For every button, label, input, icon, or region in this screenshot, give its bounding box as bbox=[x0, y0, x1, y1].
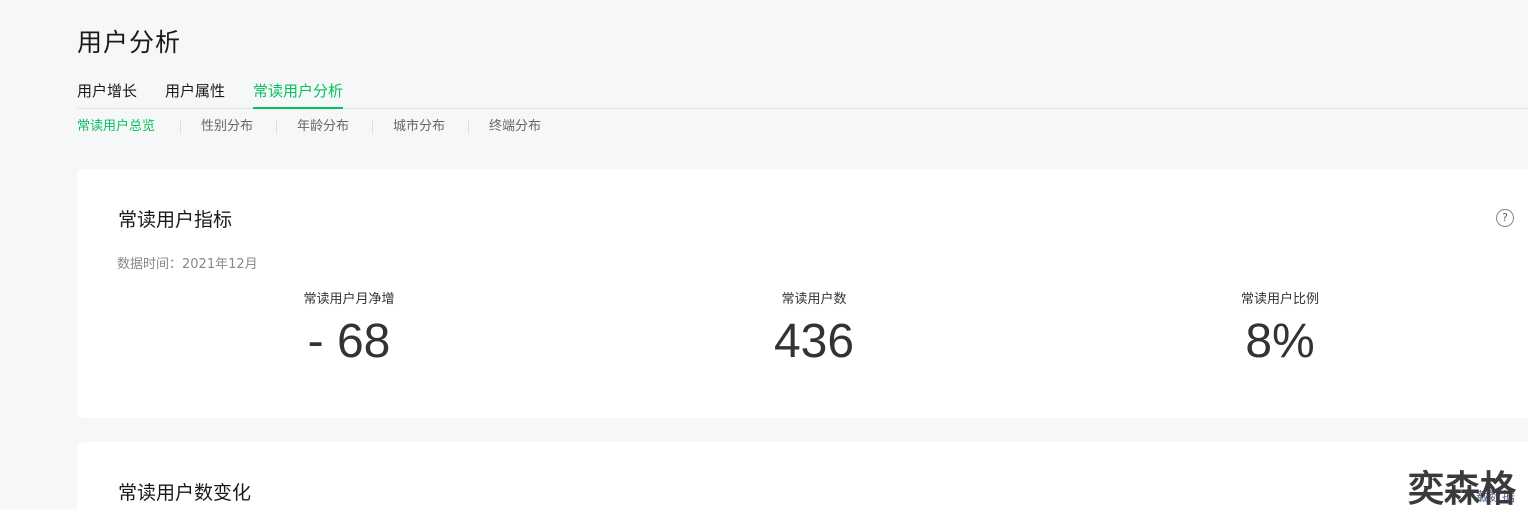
page-title: 用户分析 bbox=[77, 28, 182, 57]
question-circle-icon[interactable]: ? bbox=[1496, 209, 1514, 227]
metric-value: 8% bbox=[1245, 315, 1315, 368]
metric-value: - 68 bbox=[307, 315, 391, 368]
change-card: 常读用户数变化 下载数据 bbox=[77, 442, 1528, 509]
subtab-device[interactable]: 终端分布 bbox=[489, 118, 541, 136]
metric-frequent-reader-count: 常读用户数 436 bbox=[664, 291, 964, 371]
subtab-city[interactable]: 城市分布 bbox=[393, 118, 445, 136]
metric-label: 常读用户比例 bbox=[1240, 292, 1319, 307]
metric-monthly-net-increase: 常读用户月净增 - 68 bbox=[199, 291, 499, 371]
metric-label: 常读用户数 bbox=[781, 292, 847, 307]
metric-value: 436 bbox=[773, 315, 855, 368]
subtab-divider bbox=[276, 121, 277, 133]
metrics-card-title: 常读用户指标 bbox=[118, 209, 233, 231]
tab-bar: 用户增长 用户属性 常读用户分析 bbox=[77, 80, 1528, 109]
tab-user-growth[interactable]: 用户增长 bbox=[77, 80, 137, 108]
metric-frequent-reader-ratio: 常读用户比例 8% bbox=[1130, 291, 1430, 371]
data-time: 数据时间：2021年12月 bbox=[117, 257, 258, 272]
tab-user-attributes[interactable]: 用户属性 bbox=[165, 80, 225, 108]
watermark: 奕森格 bbox=[1408, 469, 1517, 509]
subtab-divider bbox=[180, 121, 181, 133]
subtab-gender[interactable]: 性别分布 bbox=[201, 118, 253, 136]
page: 用户分析 用户增长 用户属性 常读用户分析 常读用户总览 性别分布 年龄分布 城… bbox=[0, 0, 1528, 509]
change-card-title: 常读用户数变化 bbox=[118, 482, 252, 504]
subtab-age[interactable]: 年龄分布 bbox=[297, 118, 349, 136]
metric-label: 常读用户月净增 bbox=[303, 292, 395, 307]
metrics-card: 常读用户指标 ? 数据时间：2021年12月 常读用户月净增 - 68 常读用户… bbox=[77, 169, 1528, 418]
tab-frequent-reader-analysis[interactable]: 常读用户分析 bbox=[253, 80, 344, 109]
subtab-divider bbox=[372, 121, 373, 133]
subtab-divider bbox=[468, 121, 469, 133]
subtab-overview[interactable]: 常读用户总览 bbox=[77, 118, 155, 136]
